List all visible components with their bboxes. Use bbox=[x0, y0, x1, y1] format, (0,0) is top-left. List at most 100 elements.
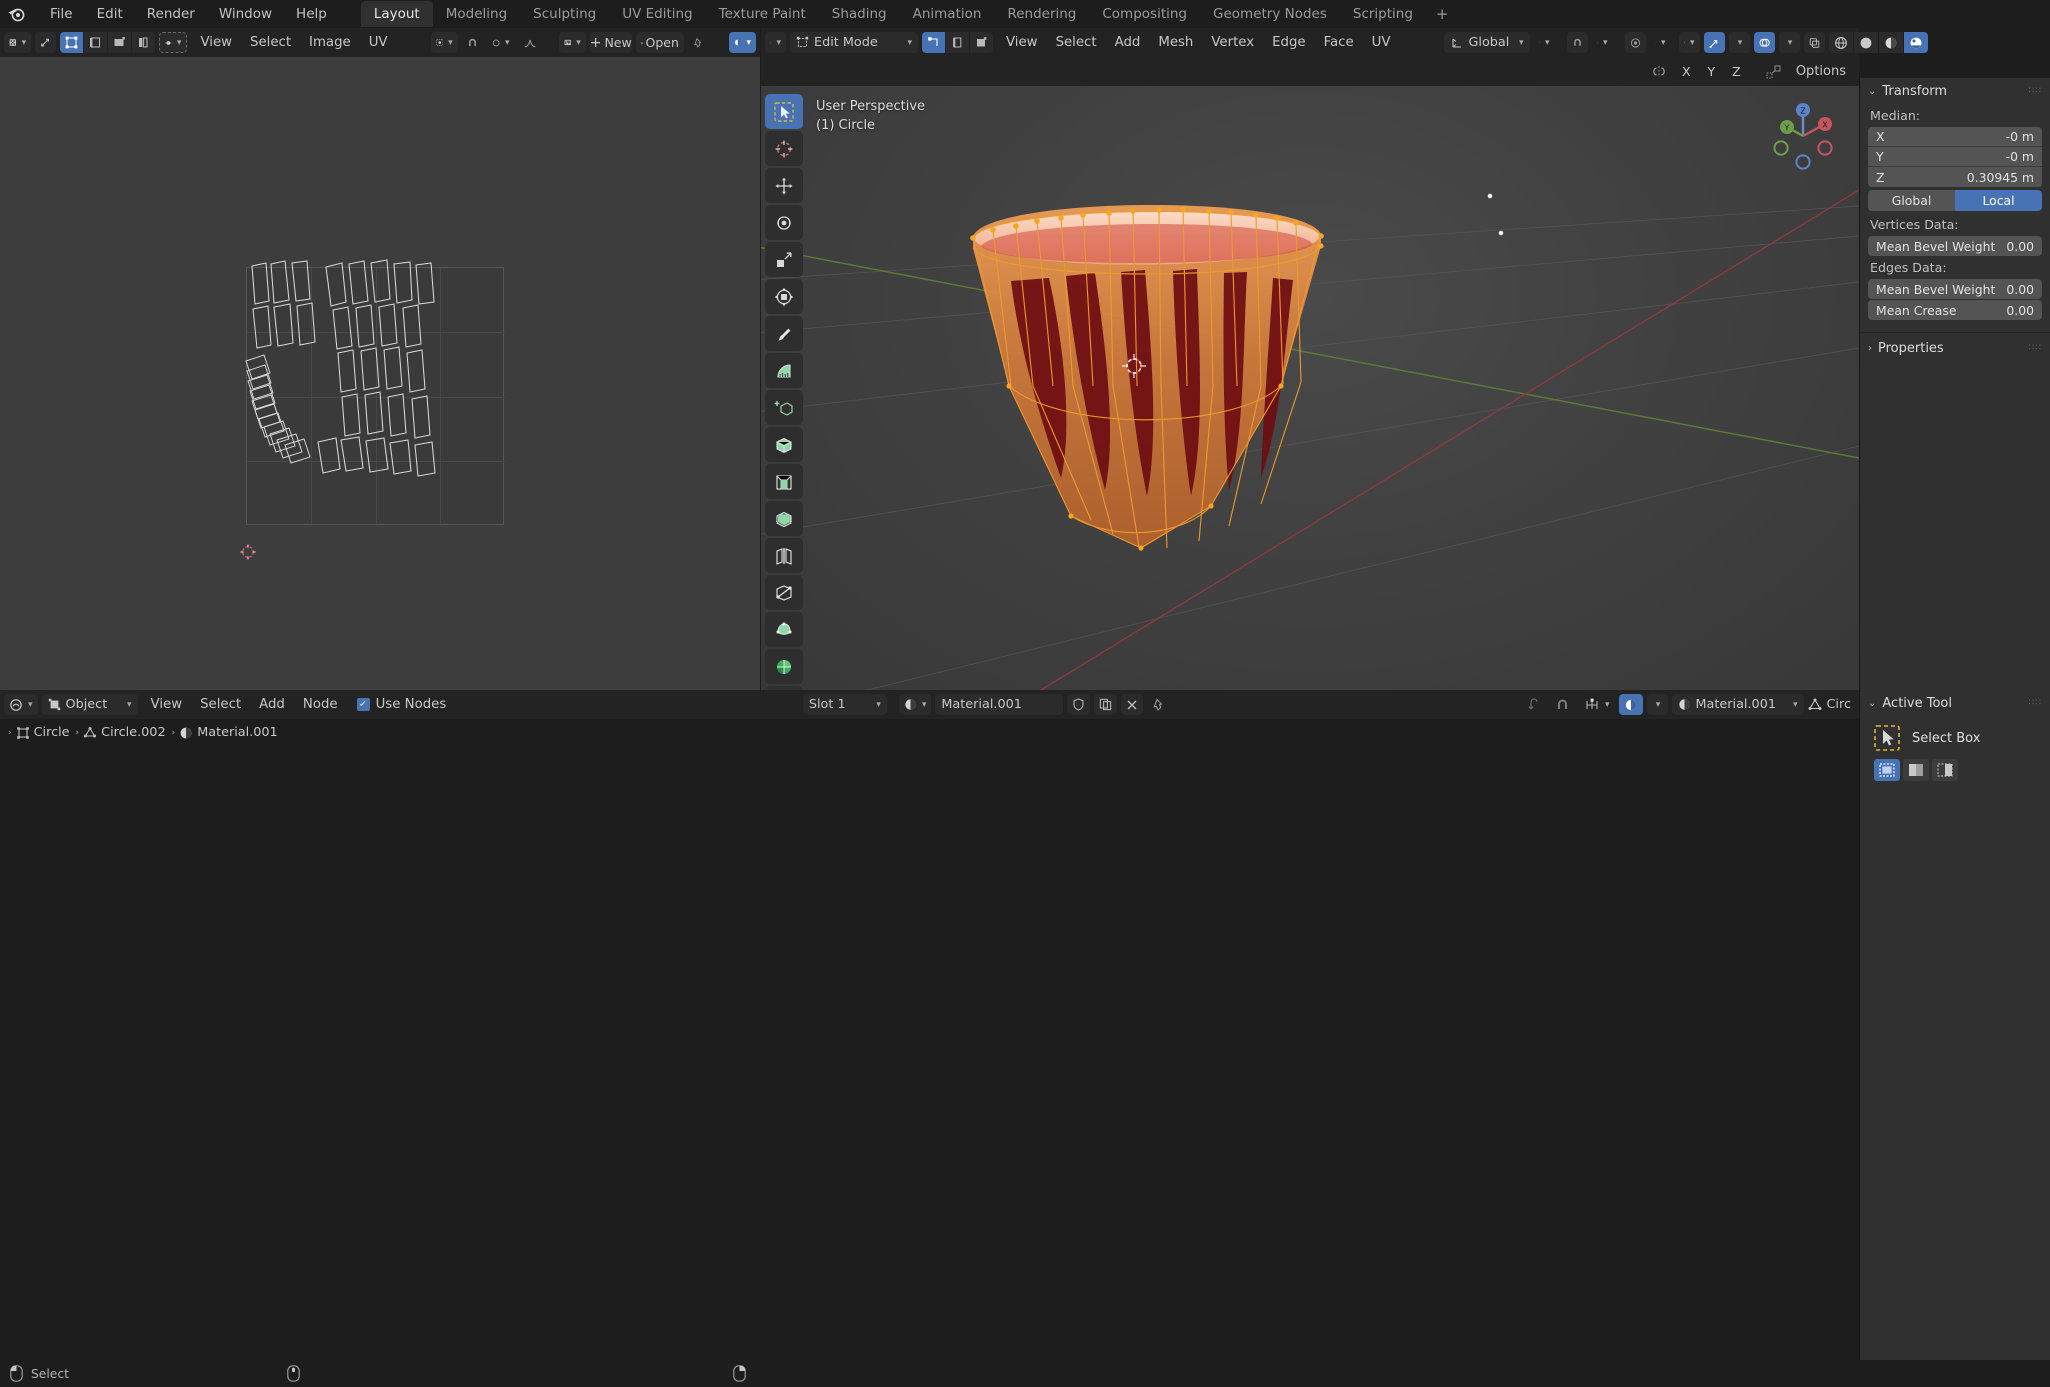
annotate-tool-icon[interactable] bbox=[765, 316, 803, 351]
move-tool-icon[interactable] bbox=[765, 168, 803, 203]
use-nodes-checkbox[interactable]: ✓ Use Nodes bbox=[351, 697, 453, 712]
snap-magnet-icon[interactable] bbox=[1566, 32, 1588, 53]
select-extend-icon[interactable] bbox=[1903, 759, 1929, 781]
select-set-icon[interactable] bbox=[1874, 759, 1900, 781]
shader-menu-view[interactable]: View bbox=[142, 695, 192, 714]
header-material-field[interactable]: Material.001 ▾ bbox=[1671, 694, 1804, 715]
transform-panel-header[interactable]: ⌄ Transform ∷∷ bbox=[1860, 78, 2050, 105]
mirror-axis-y[interactable]: Y bbox=[1701, 61, 1722, 82]
shader-type-dropdown[interactable]: Object ▾ bbox=[41, 694, 138, 715]
viewport-editor-type-button[interactable]: ▾ bbox=[765, 32, 786, 53]
measure-tool-icon[interactable] bbox=[765, 353, 803, 388]
auto-merge-icon[interactable] bbox=[1761, 61, 1787, 82]
overlays-dropdown[interactable]: ▾ bbox=[1778, 32, 1800, 53]
viewport-canvas[interactable]: Z X Y User Perspective (1) Circle bbox=[761, 86, 1859, 690]
uv-vertex-select-icon[interactable] bbox=[60, 32, 84, 53]
backdrop-icon[interactable] bbox=[1522, 694, 1546, 715]
viewport-options-button[interactable]: Options bbox=[1791, 61, 1851, 82]
falloff-curve-icon[interactable]: ▾ bbox=[1650, 32, 1671, 53]
uv-canvas[interactable] bbox=[0, 57, 760, 690]
interaction-mode-dropdown[interactable]: Edit Mode ▾ bbox=[790, 32, 918, 53]
select-box-tool-icon[interactable] bbox=[765, 94, 803, 129]
gizmo-icon[interactable] bbox=[1703, 32, 1725, 53]
app-menu-file[interactable]: File bbox=[38, 3, 85, 25]
knife-tool-icon[interactable] bbox=[765, 575, 803, 610]
navigation-gizmo[interactable]: Z X Y bbox=[1767, 100, 1839, 172]
workspace-tab-sculpting[interactable]: Sculpting bbox=[520, 1, 609, 27]
workspace-tab-modeling[interactable]: Modeling bbox=[433, 1, 520, 27]
uv-island-select-icon[interactable] bbox=[132, 32, 156, 53]
mirror-axis-z[interactable]: Z bbox=[1726, 61, 1747, 82]
add-workspace-button[interactable]: + bbox=[1426, 2, 1459, 26]
shader-menu-select[interactable]: Select bbox=[191, 695, 250, 714]
node-overlay-dropdown[interactable]: ▾ bbox=[1646, 694, 1668, 715]
uv-open-image-button[interactable]: Open bbox=[635, 32, 684, 53]
breadcrumb-mesh-label[interactable]: Circle.002 bbox=[101, 725, 165, 740]
workspace-tab-rendering[interactable]: Rendering bbox=[994, 1, 1089, 27]
median-z-field[interactable]: Z 0.30945 m bbox=[1868, 167, 2042, 187]
workspace-tab-uv-editing[interactable]: UV Editing bbox=[609, 1, 705, 27]
mirror-axis-x[interactable]: X bbox=[1676, 61, 1697, 82]
transform-space-global[interactable]: Global bbox=[1868, 190, 1955, 211]
vertices-mean-bevel-weight-field[interactable]: Mean Bevel Weight 0.00 bbox=[1868, 236, 2042, 256]
uv-falloff-curve-icon[interactable] bbox=[519, 32, 541, 53]
shader-menu-add[interactable]: Add bbox=[250, 695, 294, 714]
transform-space-local[interactable]: Local bbox=[1955, 190, 2042, 211]
solid-shading-icon[interactable] bbox=[1853, 32, 1878, 53]
duplicate-datablock-icon[interactable] bbox=[1094, 694, 1118, 715]
node-overlay-icon[interactable] bbox=[1618, 694, 1643, 715]
edges-mean-bevel-weight-field[interactable]: Mean Bevel Weight 0.00 bbox=[1868, 279, 2042, 299]
app-menu-help[interactable]: Help bbox=[284, 3, 339, 25]
shader-menu-node[interactable]: Node bbox=[294, 695, 347, 714]
uv-pin-icon[interactable] bbox=[688, 32, 709, 53]
scale-tool-icon[interactable] bbox=[765, 242, 803, 277]
wireframe-shading-icon[interactable] bbox=[1828, 32, 1853, 53]
show-gizmo-visibility-icon[interactable]: ▾ bbox=[1678, 32, 1700, 53]
uv-menu-uv[interactable]: UV bbox=[360, 33, 397, 52]
workspace-tab-scripting[interactable]: Scripting bbox=[1340, 1, 1426, 27]
viewport-menu-select[interactable]: Select bbox=[1047, 33, 1106, 52]
snap-magnet-icon[interactable] bbox=[1550, 694, 1575, 715]
pin-icon[interactable] bbox=[1147, 694, 1171, 715]
app-menu-window[interactable]: Window bbox=[207, 3, 284, 25]
uv-proportional-edit-icon[interactable]: ▾ bbox=[487, 32, 515, 53]
uv-menu-view[interactable]: View bbox=[191, 33, 241, 52]
uv-pivot-button[interactable]: ▾ bbox=[430, 32, 458, 53]
select-subtract-icon[interactable] bbox=[1932, 759, 1958, 781]
blender-logo-icon[interactable] bbox=[6, 3, 28, 25]
transform-tool-icon[interactable] bbox=[765, 279, 803, 314]
median-y-field[interactable]: Y -0 m bbox=[1868, 147, 2042, 167]
gizmo-dropdown[interactable]: ▾ bbox=[1728, 32, 1750, 53]
uv-menu-image[interactable]: Image bbox=[300, 33, 360, 52]
properties-panel-header[interactable]: › Properties ∷∷ bbox=[1860, 332, 2050, 362]
bevel-tool-icon[interactable] bbox=[765, 501, 803, 536]
toggle-xray-icon[interactable] bbox=[1803, 32, 1825, 53]
proportional-edit-icon[interactable] bbox=[1624, 32, 1646, 53]
rotate-tool-icon[interactable] bbox=[765, 205, 803, 240]
face-select-icon[interactable] bbox=[970, 32, 993, 53]
vertex-select-icon[interactable] bbox=[922, 32, 945, 53]
breadcrumb-object-label[interactable]: Circle bbox=[34, 725, 70, 740]
workspace-tab-texture-paint[interactable]: Texture Paint bbox=[706, 1, 819, 27]
workspace-tab-compositing[interactable]: Compositing bbox=[1089, 1, 1200, 27]
viewport-menu-vertex[interactable]: Vertex bbox=[1202, 33, 1263, 52]
cursor-tool-icon[interactable] bbox=[765, 131, 803, 166]
workspace-tab-geometry-nodes[interactable]: Geometry Nodes bbox=[1200, 1, 1340, 27]
active-tool-row[interactable]: Select Box bbox=[1860, 717, 2050, 759]
shader-editor-type-button[interactable]: ▾ bbox=[4, 694, 38, 715]
extrude-region-tool-icon[interactable] bbox=[765, 427, 803, 462]
material-slot-dropdown[interactable]: Slot 1 ▾ bbox=[802, 694, 887, 715]
breadcrumb-material-label[interactable]: Material.001 bbox=[197, 725, 277, 740]
workspace-tab-shading[interactable]: Shading bbox=[819, 1, 900, 27]
node-canvas[interactable]: ⌄ Principled BSDF BSDFGGX⌄Random Walk⌄Ba… bbox=[0, 746, 1859, 1360]
median-x-field[interactable]: X -0 m bbox=[1868, 127, 2042, 147]
uv-face-select-icon[interactable] bbox=[108, 32, 132, 53]
material-name-field[interactable]: Material.001 bbox=[935, 694, 1064, 715]
unlink-x-icon[interactable] bbox=[1121, 694, 1144, 715]
uv-new-image-button[interactable]: + New bbox=[590, 32, 632, 53]
uv-shading-mode-icon[interactable]: ▾ bbox=[728, 32, 757, 53]
active-tool-panel-header[interactable]: ⌄ Active Tool ∷∷ bbox=[1860, 690, 2050, 717]
uv-editor-type-button[interactable]: ▾ bbox=[4, 32, 32, 53]
mesh-object-circle[interactable] bbox=[761, 86, 1859, 690]
uv-menu-select[interactable]: Select bbox=[241, 33, 300, 52]
